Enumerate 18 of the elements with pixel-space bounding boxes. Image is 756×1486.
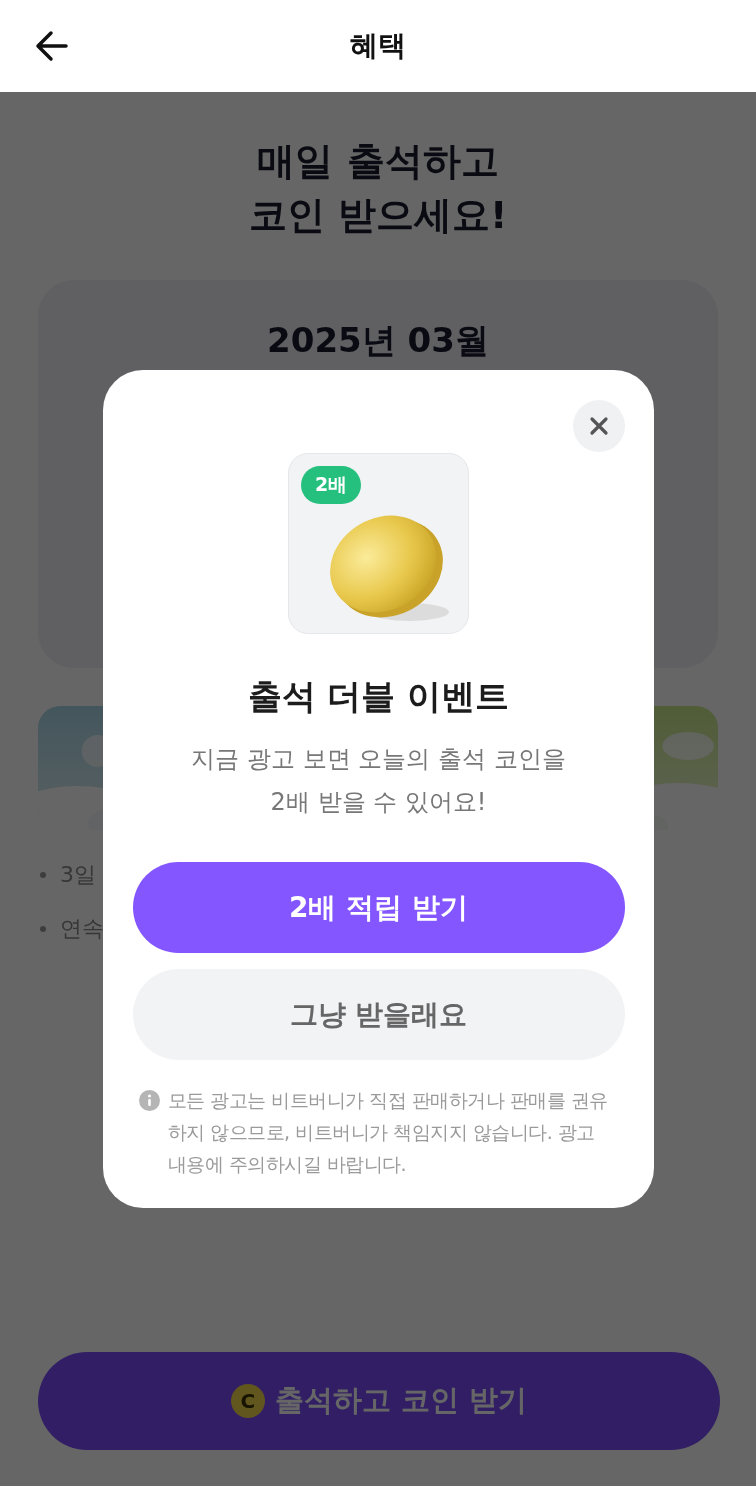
ad-disclaimer: 모든 광고는 비트버니가 직접 판매하거나 판매를 권유하지 않으므로, 비트버니가 책임지지 않습니다. 광고 내용에 주의하시길 바랍니다. xyxy=(167,1088,609,1177)
bullet-dot xyxy=(40,926,46,932)
close-icon xyxy=(589,416,609,436)
close-button[interactable] xyxy=(573,400,625,452)
page-title: 혜택 xyxy=(350,28,406,64)
double-reward-button[interactable]: 2배 적립 받기 xyxy=(132,862,625,953)
attendance-button[interactable]: C 출석하고 코인 받기 xyxy=(38,1352,720,1450)
back-arrow-icon xyxy=(34,28,70,64)
back-button[interactable] xyxy=(34,28,70,64)
info-icon xyxy=(138,1090,160,1111)
bullet-dot xyxy=(40,872,46,878)
multiplier-badge: 2배 xyxy=(301,466,362,504)
modal-description: 지금 광고 보면 오늘의 출석 코인을 2배 받을 수 있어요! xyxy=(191,744,566,818)
calendar-month: 2025년 03월 xyxy=(267,319,489,362)
just-receive-button[interactable]: 그냥 받을래요 xyxy=(132,969,625,1060)
modal-title: 출석 더블 이벤트 xyxy=(247,675,510,718)
page-heading: 매일 출석하고 코인 받으세요! xyxy=(247,138,509,239)
coin-icon: C xyxy=(230,1384,265,1418)
